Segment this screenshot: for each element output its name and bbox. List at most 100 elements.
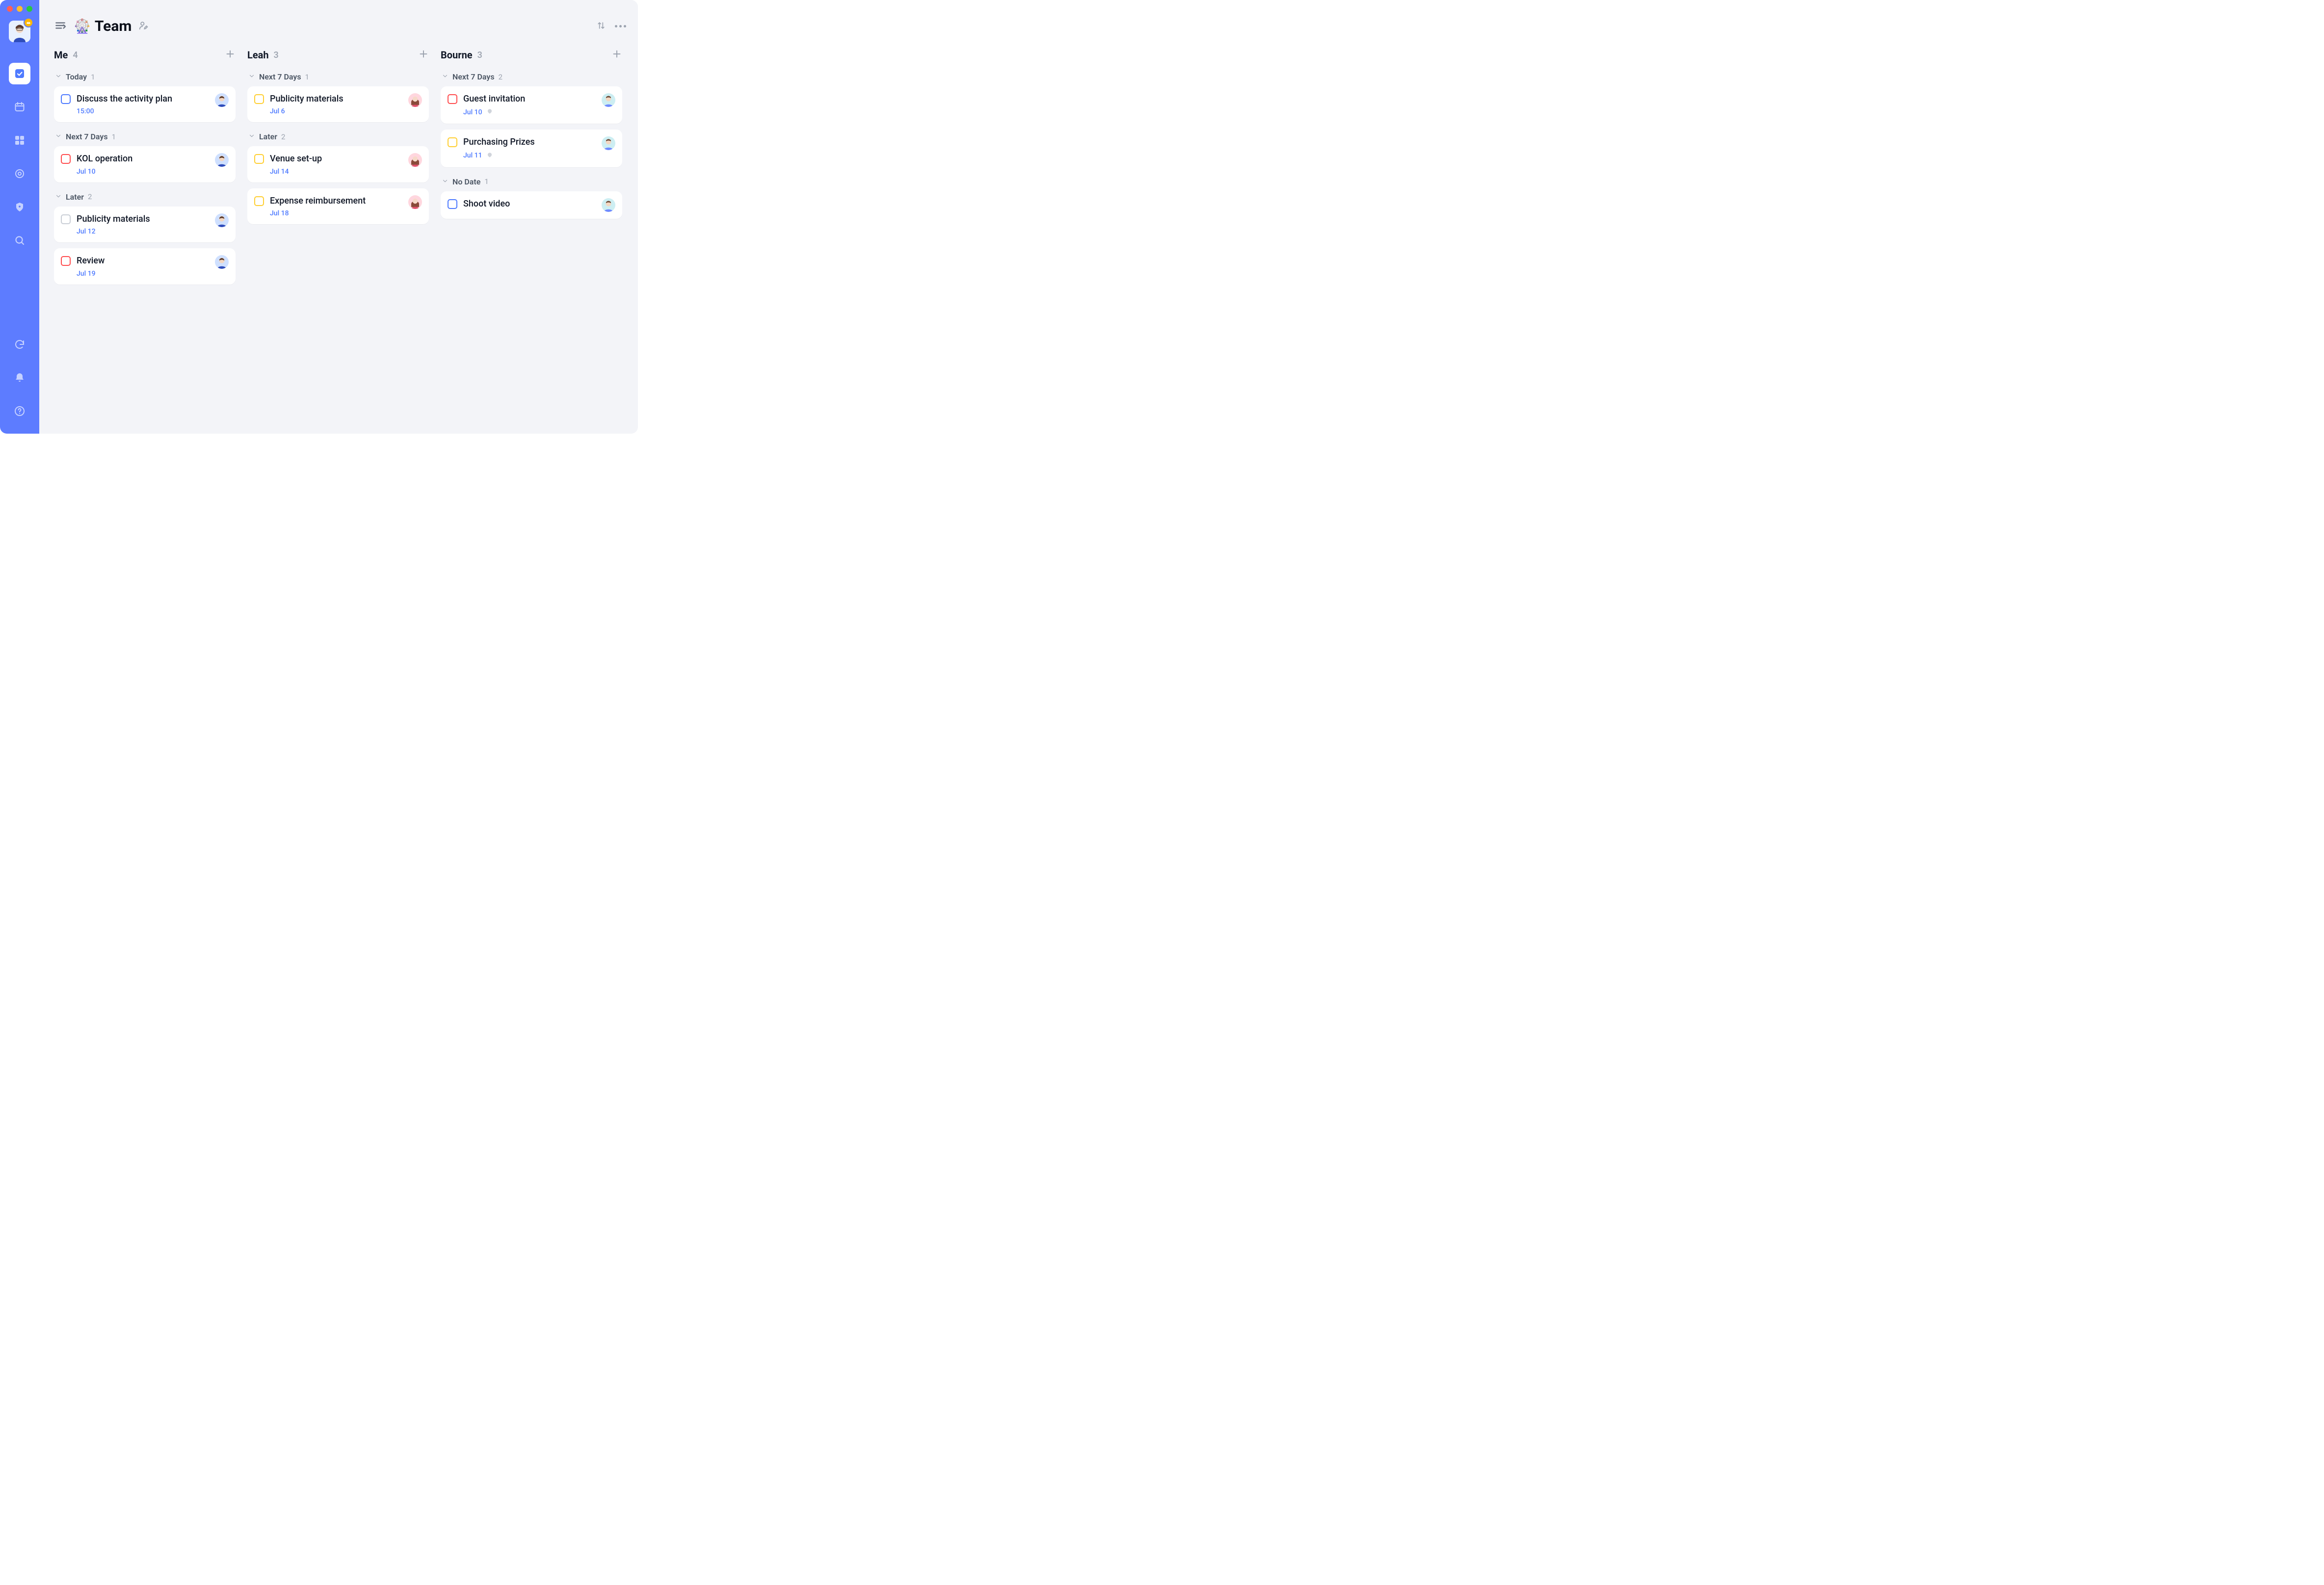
dot-icon	[619, 25, 622, 27]
task-card[interactable]: Guest invitationJul 10	[441, 86, 622, 124]
shield-icon	[14, 201, 26, 213]
chevron-down-icon	[248, 72, 255, 81]
group-header[interactable]: Next 7 Days1	[247, 70, 429, 86]
alarm-icon	[486, 151, 493, 160]
assignee-avatar[interactable]	[602, 93, 615, 107]
task-checkbox[interactable]	[448, 94, 457, 104]
column-header: Me4	[54, 49, 236, 61]
card-meta: 15:00	[77, 107, 209, 115]
checkmark-icon	[14, 68, 26, 79]
task-card[interactable]: Publicity materialsJul 12	[54, 207, 236, 242]
group-count: 2	[281, 132, 285, 141]
task-checkbox[interactable]	[254, 94, 264, 104]
card-date: Jul 10	[77, 168, 96, 176]
nav-apps[interactable]	[9, 130, 30, 151]
task-card[interactable]: Publicity materialsJul 6	[247, 86, 429, 122]
nav-sync[interactable]	[9, 334, 30, 355]
assignee-avatar[interactable]	[602, 136, 615, 150]
assignee-avatar[interactable]	[215, 93, 229, 107]
card-meta: Jul 10	[463, 107, 596, 117]
card-body: Expense reimbursementJul 18	[270, 195, 402, 217]
nav-search[interactable]	[9, 230, 30, 251]
task-checkbox[interactable]	[61, 154, 71, 164]
task-card[interactable]: ReviewJul 19	[54, 248, 236, 284]
add-task-button[interactable]	[418, 49, 429, 61]
sort-arrows-icon	[596, 21, 606, 30]
task-checkbox[interactable]	[61, 256, 71, 266]
sidebar-footer	[9, 334, 30, 434]
task-checkbox[interactable]	[61, 214, 71, 224]
chevron-down-icon	[55, 192, 62, 202]
card-body: Discuss the activity plan15:00	[77, 93, 209, 115]
card-date: Jul 19	[77, 270, 96, 278]
task-card[interactable]: Shoot video	[441, 191, 622, 219]
group-header[interactable]: Later2	[247, 130, 429, 146]
task-card[interactable]: Purchasing PrizesJul 11	[441, 130, 622, 167]
task-checkbox[interactable]	[448, 199, 457, 209]
group-title: Next 7 Days	[259, 72, 301, 81]
card-date: Jul 11	[463, 152, 482, 159]
window-close-button[interactable]	[7, 6, 13, 12]
target-icon	[14, 168, 26, 180]
assignee-avatar[interactable]	[408, 93, 422, 107]
assignee-avatar[interactable]	[215, 153, 229, 167]
task-group: Later2Publicity materialsJul 12 ReviewJu…	[54, 190, 236, 285]
task-card[interactable]: Venue set-upJul 14	[247, 146, 429, 182]
task-checkbox[interactable]	[61, 94, 71, 104]
alarm-icon	[486, 107, 493, 117]
board-column: Bourne3Next 7 Days2Guest invitationJul 1…	[441, 49, 622, 292]
nav-help[interactable]	[9, 400, 30, 422]
card-body: ReviewJul 19	[77, 255, 209, 277]
window-controls	[7, 6, 32, 12]
task-card[interactable]: Expense reimbursementJul 18	[247, 188, 429, 224]
group-header[interactable]: No Date1	[441, 175, 622, 191]
nav-focus[interactable]	[9, 163, 30, 184]
menu-collapse-icon	[54, 19, 67, 32]
assignee-avatar[interactable]	[408, 153, 422, 167]
page-title-emoji: 🎡	[74, 18, 91, 34]
group-header[interactable]: Next 7 Days1	[54, 130, 236, 146]
group-header[interactable]: Today1	[54, 70, 236, 86]
profile-avatar[interactable]	[9, 21, 30, 42]
task-group: Later2Venue set-upJul 14 Expense reimbur…	[247, 130, 429, 224]
plus-icon	[418, 49, 429, 59]
page-title: Team	[95, 18, 132, 35]
window-minimize-button[interactable]	[17, 6, 23, 12]
card-meta: Jul 14	[270, 168, 402, 176]
share-button[interactable]	[138, 20, 149, 33]
add-task-button[interactable]	[225, 49, 236, 61]
assignee-avatar[interactable]	[215, 255, 229, 269]
task-checkbox[interactable]	[448, 137, 457, 147]
group-count: 2	[88, 192, 92, 201]
task-checkbox[interactable]	[254, 154, 264, 164]
plus-icon	[611, 49, 622, 59]
group-header[interactable]: Next 7 Days2	[441, 70, 622, 86]
task-card[interactable]: KOL operation Jul 10	[54, 146, 236, 182]
more-options-button[interactable]	[615, 25, 626, 27]
sort-button[interactable]	[596, 21, 606, 32]
card-body: Publicity materialsJul 6	[270, 93, 402, 115]
group-title: Next 7 Days	[452, 72, 495, 81]
group-header[interactable]: Later2	[54, 190, 236, 207]
page-header: 🎡 Team	[54, 18, 626, 35]
assignee-avatar[interactable]	[215, 213, 229, 227]
bell-icon	[14, 372, 26, 384]
card-date: Jul 14	[270, 168, 289, 176]
column-title: Bourne	[441, 49, 473, 61]
assignee-avatar[interactable]	[408, 195, 422, 209]
column-title: Leah	[247, 49, 269, 61]
nav-calendar[interactable]	[9, 96, 30, 118]
card-title: KOL operation	[77, 153, 209, 164]
toggle-sidebar-button[interactable]	[54, 19, 67, 34]
group-count: 1	[112, 132, 116, 141]
task-card[interactable]: Discuss the activity plan15:00	[54, 86, 236, 122]
add-task-button[interactable]	[611, 49, 622, 61]
card-meta: Jul 11	[463, 151, 596, 160]
nav-location[interactable]	[9, 196, 30, 218]
window-maximize-button[interactable]	[26, 6, 32, 12]
task-checkbox[interactable]	[254, 196, 264, 206]
header-actions	[596, 21, 626, 32]
nav-notifications[interactable]	[9, 367, 30, 389]
assignee-avatar[interactable]	[602, 198, 615, 212]
nav-tasks[interactable]	[9, 63, 30, 84]
